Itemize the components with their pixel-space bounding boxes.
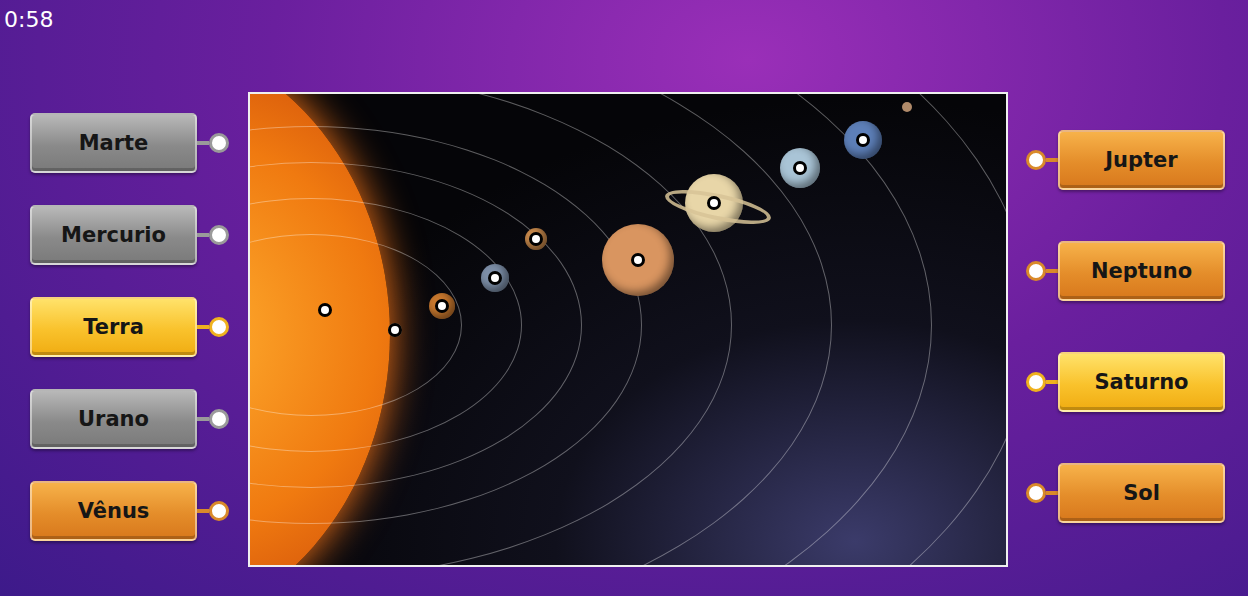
- label-row[interactable]: Urano: [30, 389, 248, 449]
- label-row[interactable]: Marte: [30, 113, 248, 173]
- left-labels: Marte Mercurio Terra Urano Vênus: [0, 113, 248, 541]
- label-row[interactable]: Neptuno: [1026, 241, 1225, 301]
- connector-line: [197, 417, 209, 421]
- connector-knob[interactable]: [1026, 372, 1046, 392]
- connector-knob[interactable]: [1026, 150, 1046, 170]
- label-button[interactable]: Jupter: [1058, 130, 1225, 190]
- orbit-line: [248, 92, 732, 567]
- drop-marker[interactable]: [631, 253, 645, 267]
- right-labels: Jupter Neptuno Saturno Sol: [1008, 130, 1225, 523]
- orbit-line: [248, 198, 522, 452]
- connector-line: [197, 509, 209, 513]
- drop-marker[interactable]: [707, 196, 721, 210]
- orbit-line: [248, 234, 462, 416]
- connector-knob[interactable]: [1026, 261, 1046, 281]
- label-row[interactable]: Mercurio: [30, 205, 248, 265]
- label-button[interactable]: Saturno: [1058, 352, 1225, 412]
- connector-line: [1046, 491, 1058, 495]
- orbit-line: [248, 92, 1008, 567]
- connector-line: [1046, 380, 1058, 384]
- connector-line: [197, 233, 209, 237]
- label-button[interactable]: Vênus: [30, 481, 197, 541]
- orbit-line: [248, 92, 832, 567]
- connector-knob[interactable]: [209, 225, 229, 245]
- connector-knob[interactable]: [209, 501, 229, 521]
- connector-line: [197, 141, 209, 145]
- label-row[interactable]: Sol: [1026, 463, 1225, 523]
- connector-line: [197, 325, 209, 329]
- label-button[interactable]: Urano: [30, 389, 197, 449]
- label-row[interactable]: Terra: [30, 297, 248, 357]
- sun-image: [248, 92, 390, 567]
- drop-marker[interactable]: [435, 299, 449, 313]
- orbit-line: [248, 162, 582, 488]
- pluto-image: [902, 102, 912, 112]
- label-button[interactable]: Marte: [30, 113, 197, 173]
- label-button[interactable]: Neptuno: [1058, 241, 1225, 301]
- label-button[interactable]: Sol: [1058, 463, 1225, 523]
- drop-marker[interactable]: [388, 323, 402, 337]
- connector-knob[interactable]: [209, 133, 229, 153]
- board: Marte Mercurio Terra Urano Vênus Jupter Neptun…: [0, 40, 1248, 567]
- connector-line: [1046, 158, 1058, 162]
- connector-line: [1046, 269, 1058, 273]
- solar-system-picture: [248, 92, 1008, 567]
- orbit-line: [248, 126, 642, 524]
- label-button[interactable]: Mercurio: [30, 205, 197, 265]
- game-screen: 0:58 Marte Mercurio Terra Urano Vênus Jupter Ne…: [0, 0, 1248, 596]
- orbit-line: [248, 92, 932, 567]
- label-button[interactable]: Terra: [30, 297, 197, 357]
- connector-knob[interactable]: [209, 409, 229, 429]
- drop-marker[interactable]: [488, 271, 502, 285]
- connector-knob[interactable]: [1026, 483, 1046, 503]
- label-row[interactable]: Vênus: [30, 481, 248, 541]
- timer: 0:58: [0, 0, 1248, 40]
- connector-knob[interactable]: [209, 317, 229, 337]
- drop-marker[interactable]: [793, 161, 807, 175]
- label-row[interactable]: Saturno: [1026, 352, 1225, 412]
- label-row[interactable]: Jupter: [1026, 130, 1225, 190]
- drop-marker[interactable]: [529, 232, 543, 246]
- drop-marker[interactable]: [856, 133, 870, 147]
- drop-marker[interactable]: [318, 303, 332, 317]
